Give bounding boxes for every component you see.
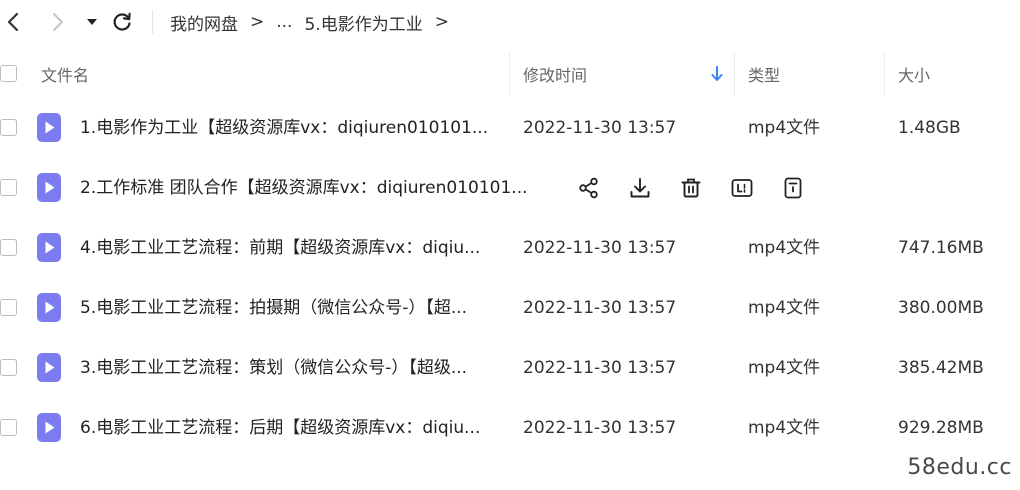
back-button[interactable] xyxy=(2,11,24,33)
rename-icon xyxy=(731,179,753,197)
table-row[interactable]: 6.电影工业工艺流程：后期【超级资源库vx：diqiu... 2022-11-3… xyxy=(0,398,1020,458)
file-list: 1.电影作为工业【超级资源库vx：diqiuren010101... 2022-… xyxy=(0,98,1020,458)
refresh-button[interactable] xyxy=(110,10,134,34)
breadcrumb-current[interactable]: 5.电影作为工业 xyxy=(304,10,422,35)
file-size: 380.00MB xyxy=(898,298,984,318)
column-separator xyxy=(734,52,735,96)
sort-descending-button[interactable] xyxy=(711,44,723,104)
caret-down-icon xyxy=(87,19,97,25)
row-checkbox[interactable] xyxy=(0,419,17,436)
select-all-checkbox[interactable] xyxy=(0,65,17,82)
table-row[interactable]: 1.电影作为工业【超级资源库vx：diqiuren010101... 2022-… xyxy=(0,98,1020,158)
file-name[interactable]: 1.电影作为工业【超级资源库vx：diqiuren010101... xyxy=(80,98,500,158)
column-header-name[interactable]: 文件名 xyxy=(41,44,89,104)
download-button[interactable] xyxy=(627,175,653,201)
file-type: mp4文件 xyxy=(748,118,821,138)
file-modified-time: 2022-11-30 13:57 xyxy=(523,418,677,438)
table-header: 文件名 修改时间 类型 大小 xyxy=(0,44,1020,104)
file-size: 929.28MB xyxy=(898,418,984,438)
file-type: mp4文件 xyxy=(748,358,821,378)
rename-button[interactable] xyxy=(729,175,755,201)
file-modified-time: 2022-11-30 13:57 xyxy=(523,118,677,138)
watermark: 58edu.cc xyxy=(907,455,1012,480)
file-type: mp4文件 xyxy=(748,298,821,318)
chevron-right-icon xyxy=(53,13,63,31)
file-modified-time: 2022-11-30 13:57 xyxy=(523,238,677,258)
file-size: 1.48GB xyxy=(898,118,961,138)
more-icon xyxy=(784,177,802,199)
video-file-icon xyxy=(37,293,61,322)
more-button[interactable] xyxy=(780,175,806,201)
column-separator xyxy=(884,52,885,96)
column-header-size[interactable]: 大小 xyxy=(898,44,930,104)
breadcrumb-separator: > xyxy=(434,12,449,32)
video-file-icon xyxy=(37,173,61,202)
column-header-type[interactable]: 类型 xyxy=(748,44,780,104)
table-row[interactable]: 2.工作标准 团队合作【超级资源库vx：diqiuren010101... xyxy=(0,158,1020,218)
breadcrumb: 我的网盘 > ... 5.电影作为工业 > xyxy=(170,0,461,44)
file-name[interactable]: 5.电影工业工艺流程：拍摄期（微信公众号-）【超... xyxy=(80,278,500,338)
share-icon xyxy=(579,177,598,199)
video-file-icon xyxy=(37,113,61,142)
navigation-bar: 我的网盘 > ... 5.电影作为工业 > xyxy=(0,0,1020,44)
refresh-icon xyxy=(113,12,131,31)
row-checkbox[interactable] xyxy=(0,179,17,196)
file-name[interactable]: 4.电影工业工艺流程：前期【超级资源库vx：diqiu... xyxy=(80,218,500,278)
file-type: mp4文件 xyxy=(748,238,821,258)
delete-button[interactable] xyxy=(678,175,704,201)
nav-divider xyxy=(152,10,153,34)
file-name[interactable]: 2.工作标准 团队合作【超级资源库vx：diqiuren010101... xyxy=(80,158,550,218)
video-file-icon xyxy=(37,353,61,382)
video-file-icon xyxy=(37,233,61,262)
file-modified-time: 2022-11-30 13:57 xyxy=(523,298,677,318)
row-checkbox[interactable] xyxy=(0,239,17,256)
chevron-left-icon xyxy=(7,12,19,32)
video-file-icon xyxy=(37,413,61,442)
row-checkbox[interactable] xyxy=(0,299,17,316)
row-checkbox[interactable] xyxy=(0,359,17,376)
file-modified-time: 2022-11-30 13:57 xyxy=(523,358,677,378)
breadcrumb-ellipsis[interactable]: ... xyxy=(276,12,292,32)
table-row[interactable]: 3.电影工业工艺流程：策划（微信公众号-）【超级... 2022-11-30 1… xyxy=(0,338,1020,398)
file-size: 747.16MB xyxy=(898,238,984,258)
file-type: mp4文件 xyxy=(748,418,821,438)
sort-arrow-down-icon xyxy=(711,66,723,81)
breadcrumb-separator: > xyxy=(250,12,265,32)
forward-button[interactable] xyxy=(47,11,69,33)
row-actions xyxy=(576,158,831,218)
table-row[interactable]: 5.电影工业工艺流程：拍摄期（微信公众号-）【超... 2022-11-30 1… xyxy=(0,278,1020,338)
breadcrumb-root[interactable]: 我的网盘 xyxy=(170,10,238,35)
table-row[interactable]: 4.电影工业工艺流程：前期【超级资源库vx：diqiu... 2022-11-3… xyxy=(0,218,1020,278)
column-separator xyxy=(509,52,510,96)
download-icon xyxy=(630,178,650,198)
share-button[interactable] xyxy=(576,175,602,201)
delete-icon xyxy=(681,178,701,198)
history-dropdown-button[interactable] xyxy=(84,13,100,31)
column-header-modified[interactable]: 修改时间 xyxy=(523,44,587,104)
file-name[interactable]: 6.电影工业工艺流程：后期【超级资源库vx：diqiu... xyxy=(80,398,500,458)
file-size: 385.42MB xyxy=(898,358,984,378)
file-name[interactable]: 3.电影工业工艺流程：策划（微信公众号-）【超级... xyxy=(80,338,500,398)
row-checkbox[interactable] xyxy=(0,119,17,136)
